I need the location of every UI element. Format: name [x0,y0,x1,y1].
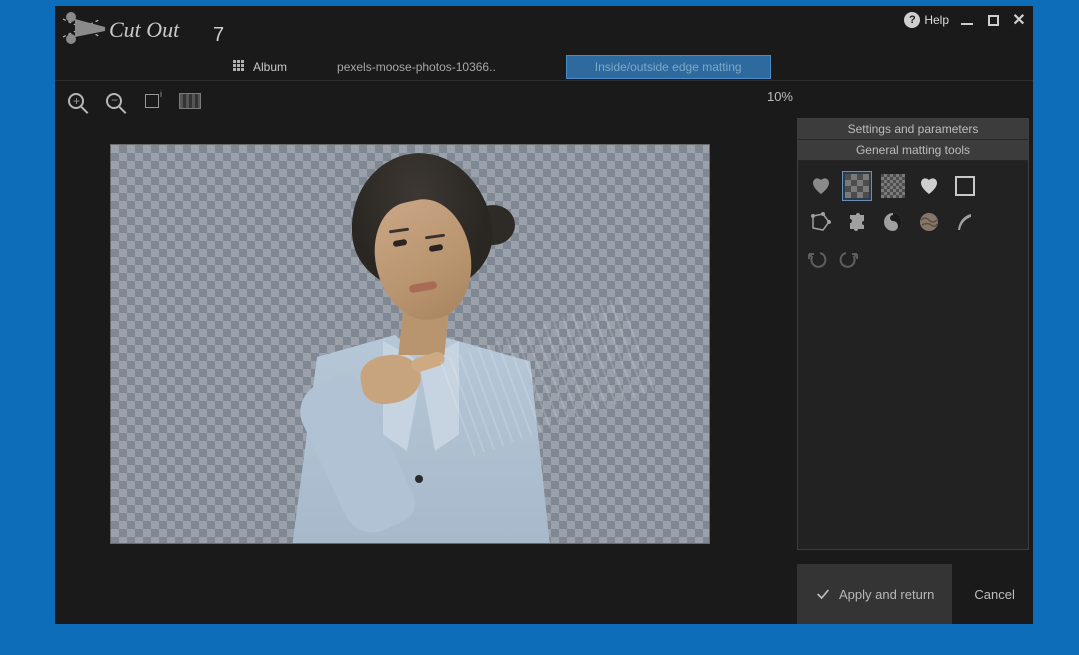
feather-icon [953,210,977,234]
preview-transparent-med-button[interactable] [842,171,872,201]
help-label: Help [924,13,949,27]
app-logo: Cut Out 7 [55,7,231,53]
minimize-icon [961,23,973,25]
window-controls: ? Help ✕ [904,12,1027,28]
album-label: Album [253,60,287,74]
feather-tool-button[interactable] [950,207,980,237]
checker-med-icon [845,174,869,198]
globe-tool-button[interactable] [914,207,944,237]
check-icon [815,586,831,602]
swirl-tool-button[interactable] [878,207,908,237]
matting-tools-header[interactable]: General matting tools [798,140,1028,161]
help-icon: ? [904,12,920,28]
main-area: Settings and parameters General matting … [55,116,1033,624]
zoom-in-button[interactable] [61,86,91,116]
actual-pixels-button[interactable] [175,86,205,116]
preview-heart-outline-button[interactable] [914,171,944,201]
side-panel: Settings and parameters General matting … [793,116,1033,624]
redo-button[interactable] [836,247,860,271]
checker-small-icon [881,174,905,198]
image-canvas[interactable] [110,144,710,544]
heart-filled-icon [809,174,833,198]
current-filename: pexels-moose-photos-10366.. [337,60,496,74]
film-icon [179,93,201,109]
maximize-button[interactable] [985,12,1001,28]
preview-mode-row [798,161,1028,205]
undo-button[interactable] [806,247,830,271]
apply-label: Apply and return [839,587,934,602]
zoom-out-button[interactable] [99,86,129,116]
app-name-text: Cut Out [109,17,180,42]
canvas-container [55,116,793,624]
scissors-logo-icon: Cut Out 7 [61,7,231,53]
maximize-icon [988,15,999,26]
matting-tools-row [798,205,1028,239]
zoom-in-icon [68,93,84,109]
fit-screen-icon [145,94,159,108]
heart-outline-icon [917,174,941,198]
polygon-icon [809,210,833,234]
minimize-button[interactable] [959,12,975,28]
close-button[interactable]: ✕ [1011,12,1027,28]
swirl-icon [881,210,905,234]
app-window: Cut Out 7 ? Help ✕ Album pexels-moose-ph… [55,6,1033,624]
album-grid-icon [233,60,247,74]
zoom-percentage: 10% [767,89,793,104]
tools-panel: Settings and parameters General matting … [797,118,1029,550]
puzzle-tool-button[interactable] [842,207,872,237]
secondary-bar: Album pexels-moose-photos-10366.. Inside… [55,54,1033,81]
preview-original-button[interactable] [806,171,836,201]
album-button[interactable]: Album [233,60,287,74]
polygon-tool-button[interactable] [806,207,836,237]
cancel-button[interactable]: Cancel [968,565,1020,624]
settings-header[interactable]: Settings and parameters [798,119,1028,140]
action-buttons: Apply and return Cancel [797,564,1029,624]
close-icon: ✕ [1012,10,1025,30]
apply-return-button[interactable]: Apply and return [797,564,952,624]
title-bar: Cut Out 7 ? Help ✕ [55,6,1033,54]
undo-icon [806,247,830,271]
fit-screen-button[interactable] [137,86,167,116]
mode-indicator[interactable]: Inside/outside edge matting [566,55,771,79]
square-outline-icon [955,176,975,196]
redo-icon [836,247,860,271]
zoom-out-icon [106,93,122,109]
zoom-toolbar: 10% [55,81,1033,116]
app-version-text: 7 [213,24,224,46]
puzzle-icon [845,210,869,234]
preview-solid-button[interactable] [950,171,980,201]
preview-transparent-small-button[interactable] [878,171,908,201]
help-button[interactable]: ? Help [904,12,949,28]
globe-icon [917,210,941,234]
history-row [798,239,1028,279]
